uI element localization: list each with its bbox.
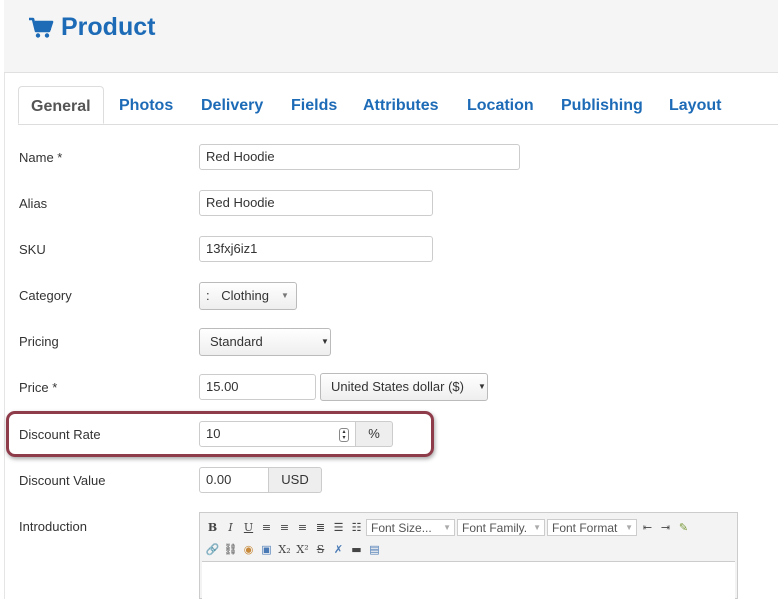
price-input[interactable]: 15.00 <box>199 374 316 400</box>
link-icon[interactable]: 🔗 <box>204 541 221 558</box>
alias-label: Alias <box>19 196 48 211</box>
spinner-icon[interactable]: ▴ ▾ <box>339 428 349 442</box>
strikethrough-icon[interactable]: S <box>312 541 329 558</box>
media-icon[interactable]: ▣ <box>258 541 275 558</box>
image-icon[interactable]: ◉ <box>240 541 257 558</box>
cart-icon <box>29 17 54 38</box>
price-label: Price * <box>19 380 58 395</box>
html-source-icon[interactable]: ▤ <box>366 541 383 558</box>
discount-value-unit: USD <box>269 467 322 493</box>
discount-value-label: Discount Value <box>19 473 106 488</box>
chevron-down-icon: ▼ <box>321 337 329 346</box>
ordered-list-icon[interactable]: ☷ <box>348 519 365 536</box>
chevron-down-icon: ▼ <box>478 382 486 391</box>
introduction-label: Introduction <box>19 519 87 534</box>
page-header: Product <box>4 0 778 73</box>
tab-attributes[interactable]: Attributes <box>363 86 439 124</box>
currency-value: United States dollar ($) <box>331 379 464 394</box>
superscript-icon[interactable]: X² <box>294 541 311 558</box>
indent-icon[interactable]: ⇥ <box>657 519 674 536</box>
font-family-select[interactable]: Font Family. ▼ <box>457 518 545 536</box>
category-value: Clothing <box>221 288 269 303</box>
page-title: Product <box>61 13 156 41</box>
tab-bar: General Photos Delivery Fields Attribute… <box>18 86 778 125</box>
category-prefix: : <box>206 288 210 303</box>
sku-label: SKU <box>19 242 46 257</box>
align-left-icon[interactable]: ≡ <box>258 519 275 536</box>
tab-layout[interactable]: Layout <box>669 86 721 124</box>
discount-rate-label: Discount Rate <box>19 427 101 442</box>
editor-toolbar: B I U ≡ ≡ ≡ ≣ ☰ ☷ Font Size... ▼ Font Fam… <box>204 516 734 560</box>
pricing-select[interactable]: Standard ▼ <box>199 328 331 356</box>
align-justify-icon[interactable]: ≣ <box>312 519 329 536</box>
font-format-select[interactable]: Font Format ▼ <box>547 518 637 536</box>
content-border <box>4 72 5 599</box>
discount-rate-value: 10 <box>206 426 221 441</box>
font-size-select[interactable]: Font Size... ▼ <box>366 518 455 536</box>
alias-input[interactable]: Red Hoodie <box>199 190 433 216</box>
category-select[interactable]: : Clothing ▼ <box>199 282 297 310</box>
tab-delivery[interactable]: Delivery <box>201 86 263 124</box>
align-center-icon[interactable]: ≡ <box>276 519 293 536</box>
bold-icon[interactable]: B <box>204 519 221 536</box>
tab-photos[interactable]: Photos <box>119 86 173 124</box>
pricing-label: Pricing <box>19 334 59 349</box>
currency-select[interactable]: United States dollar ($) ▼ <box>320 373 488 401</box>
tab-location[interactable]: Location <box>467 86 534 124</box>
horizontal-rule-icon[interactable]: ▬ <box>348 541 365 558</box>
subscript-icon[interactable]: X₂ <box>276 541 293 558</box>
align-right-icon[interactable]: ≡ <box>294 519 311 536</box>
sku-input[interactable]: 13fxj6iz1 <box>199 236 433 262</box>
underline-icon[interactable]: U <box>240 519 257 536</box>
clear-format-icon[interactable]: ✗ <box>330 541 347 558</box>
category-label: Category <box>19 288 72 303</box>
tab-fields[interactable]: Fields <box>291 86 337 124</box>
unlink-icon[interactable]: ⛓ <box>222 541 239 558</box>
discount-rate-unit: % <box>356 421 393 447</box>
chevron-down-icon: ▼ <box>281 291 289 300</box>
tab-publishing[interactable]: Publishing <box>561 86 643 124</box>
unordered-list-icon[interactable]: ☰ <box>330 519 347 536</box>
tab-general[interactable]: General <box>18 86 104 124</box>
italic-icon[interactable]: I <box>222 519 239 536</box>
name-label: Name * <box>19 150 63 165</box>
discount-rate-input[interactable]: 10 ▴ ▾ <box>199 421 356 447</box>
pricing-value: Standard <box>210 334 263 349</box>
name-input[interactable]: Red Hoodie <box>199 144 520 170</box>
introduction-editor: B I U ≡ ≡ ≡ ≣ ☰ ☷ Font Size... ▼ Font Fam… <box>199 512 738 602</box>
outdent-icon[interactable]: ⇤ <box>639 519 656 536</box>
edit-icon[interactable]: ✎ <box>675 519 692 536</box>
discount-value-input[interactable]: 0.00 <box>199 467 269 493</box>
introduction-textarea[interactable] <box>202 561 735 602</box>
